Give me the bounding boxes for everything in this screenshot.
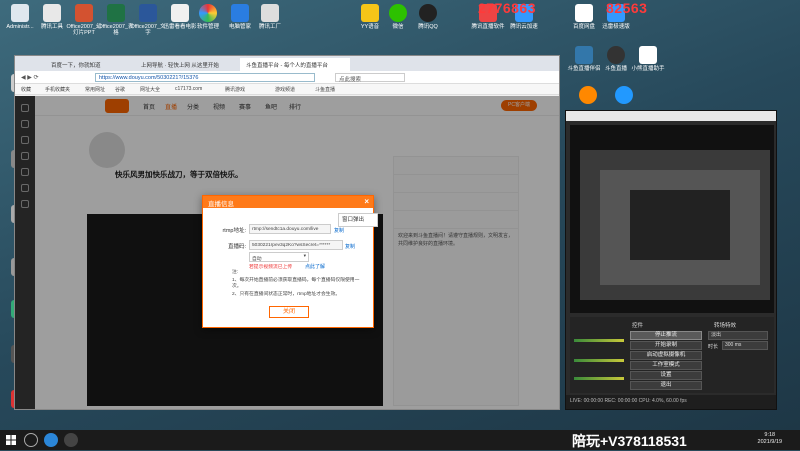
yy-icon xyxy=(361,4,379,22)
obs-taskbar-icon[interactable] xyxy=(64,433,78,447)
bookmark-item[interactable]: 常用网址 xyxy=(85,86,105,93)
qq-icon xyxy=(419,4,437,22)
obs-controls-title: 控件 xyxy=(632,323,644,329)
virtual-camera-button[interactable]: 启动虚拟摄像机 xyxy=(630,351,702,360)
desktop-icon-ppt[interactable]: Office2007_幻灯片PPT xyxy=(66,4,102,37)
url-input[interactable]: https://www.douyu.com/5030221?/15376 xyxy=(95,73,315,82)
dialog-title: 直播信息 xyxy=(208,201,234,208)
app-icon xyxy=(261,4,279,22)
bookmark-item[interactable]: 游戏频道 xyxy=(275,86,295,93)
note-item: 1、每次开始直播前必须获取直播码，每个直播码仅限使用一次。 xyxy=(232,278,360,290)
bookmark-item[interactable]: 斗鱼直播 xyxy=(315,86,335,93)
desktop-icon-excel[interactable]: Office2007_表格 xyxy=(98,4,134,37)
bookmark-item[interactable]: 收藏 xyxy=(21,86,31,93)
duration-input[interactable]: 300 ms xyxy=(722,341,768,350)
tab-navigation[interactable]: 上网导航 · 轻快上网 从这里开始 xyxy=(135,58,235,71)
wechat-icon xyxy=(389,4,407,22)
close-icon[interactable]: × xyxy=(364,197,369,206)
toolbox-icon xyxy=(43,4,61,22)
dialog-header: 直播信息 × xyxy=(203,196,373,208)
copy-code-link[interactable]: 复制 xyxy=(345,243,355,250)
video-icon xyxy=(171,4,189,22)
power-icon xyxy=(607,46,625,64)
start-recording-button[interactable]: 开始录制 xyxy=(630,341,702,350)
clock[interactable]: 9:18 2021/9/19 xyxy=(758,432,782,446)
learn-more-link[interactable]: 点此了解 xyxy=(305,263,325,270)
close-button[interactable]: 关闭 xyxy=(269,306,309,318)
browser-taskbar-icon[interactable] xyxy=(44,433,58,447)
obs-transition-title: 转场特效 xyxy=(714,323,737,329)
settings-button[interactable]: 设置 xyxy=(630,371,702,380)
notes-title: 注: xyxy=(232,270,239,275)
chevron-down-icon: ▾ xyxy=(303,254,306,259)
bookmark-item[interactable]: 手机收藏夹 xyxy=(45,86,70,93)
software-manager-icon xyxy=(199,4,217,22)
taskbar-watermark: 陪玩+V378118531 xyxy=(572,433,687,449)
bookmark-item[interactable]: 谷歌 xyxy=(115,86,125,93)
rtmp-address-field[interactable]: rtmp://sendtc1a.douyu.com/live xyxy=(249,224,331,234)
bookmark-item[interactable]: c17173.com xyxy=(175,86,202,92)
audio-meter xyxy=(574,377,624,380)
bolt-icon xyxy=(639,46,657,64)
stop-streaming-button[interactable]: 停止推流 xyxy=(630,331,702,340)
duration-label: 时长 xyxy=(708,344,719,350)
desktop-icon-qq[interactable]: 腾讯QQ xyxy=(410,4,446,30)
search-input[interactable]: 点此搜索 xyxy=(335,73,405,83)
cloud-icon xyxy=(575,4,593,22)
obs-window: 控件 转场特效 停止推流 开始录制 启动虚拟摄像机 工作室模式 设置 退出 淡出… xyxy=(565,110,777,410)
desktop-icon[interactable] xyxy=(606,86,642,106)
windows-start-icon[interactable] xyxy=(6,435,16,445)
audio-meter xyxy=(574,359,624,362)
address-bar: ◀ ▶ ⟳ https://www.douyu.com/5030221?/153… xyxy=(15,71,559,84)
desktop-icon-tencent-tools[interactable]: 腾讯工具 xyxy=(34,4,70,30)
bookmarks-bar: 收藏 手机收藏夹 常用网址 谷歌 网址大全 c17173.com 腾讯游戏 游戏… xyxy=(15,84,559,95)
desktop-icon[interactable] xyxy=(570,86,606,106)
desktop-icon-bear-live[interactable]: 小熊直播助手 xyxy=(630,46,666,72)
tab-bar: 百度一下，你就知道 上网导航 · 轻快上网 从这里开始 斗鱼直播平台 - 每个人… xyxy=(15,56,559,71)
rtmp-label: rtmp地址: xyxy=(222,228,246,234)
powerpoint-icon xyxy=(75,4,93,22)
popout-button[interactable]: 窗口弹出 xyxy=(338,213,378,227)
transition-select[interactable]: 淡出 xyxy=(708,331,768,340)
watermark-top-1: 2776863 xyxy=(478,0,537,16)
bookmark-item[interactable]: 网址大全 xyxy=(140,86,160,93)
folder-icon xyxy=(11,4,29,22)
app-icon xyxy=(579,86,597,104)
search-icon[interactable] xyxy=(24,433,38,447)
tab-douyu[interactable]: 斗鱼直播平台 - 每个人的直播平台 xyxy=(240,58,350,71)
exit-button[interactable]: 退出 xyxy=(630,381,702,390)
desktop-icon-douyu[interactable]: 斗鱼直播 xyxy=(598,46,634,72)
studio-mode-button[interactable]: 工作室模式 xyxy=(630,361,702,370)
tab-baidu[interactable]: 百度一下，你就知道 xyxy=(45,58,125,71)
obs-statusbar: LIVE: 00:00:00 REC: 00:00:00 CPU: 4.0%, … xyxy=(566,395,776,409)
obs-titlebar[interactable] xyxy=(566,111,776,121)
audio-meter xyxy=(574,339,624,342)
back-icon[interactable]: ◀ ▶ ⟳ xyxy=(21,74,39,81)
shield-icon xyxy=(231,4,249,22)
desktop-icon-word[interactable]: Office2007_文字 xyxy=(130,4,166,37)
desktop-icon-tencent-factory[interactable]: 腾讯工厂 xyxy=(252,4,288,30)
copy-rtmp-link[interactable]: 复制 xyxy=(334,227,344,234)
obs-preview[interactable] xyxy=(570,125,774,313)
desktop-icon-admin[interactable]: Administr... xyxy=(2,4,38,30)
app-icon xyxy=(575,46,593,64)
word-icon xyxy=(139,4,157,22)
stream-code-field[interactable]: 5030221rpev3q2Ko?wsSecret=****** xyxy=(249,240,343,250)
desktop-icon-software-manager[interactable]: 软件管理 xyxy=(190,4,226,30)
watermark-top-2: 82563 xyxy=(606,0,648,16)
desktop-icon-baidu-pan[interactable]: 百度网盘 xyxy=(566,4,602,30)
code-label: 直播码: xyxy=(227,244,246,250)
bookmark-item[interactable]: 腾讯游戏 xyxy=(225,86,245,93)
warning-text: 若提示视频流已上传 xyxy=(249,265,293,270)
line-select[interactable]: 自动 ▾ xyxy=(249,252,309,262)
desktop-icon-douyu-assistant[interactable]: 斗鱼直播伴侣 xyxy=(566,46,602,72)
excel-icon xyxy=(107,4,125,22)
app-icon xyxy=(615,86,633,104)
note-item: 2、只有在直播间状态正常时，rtmp地址才会生效。 xyxy=(232,292,341,297)
